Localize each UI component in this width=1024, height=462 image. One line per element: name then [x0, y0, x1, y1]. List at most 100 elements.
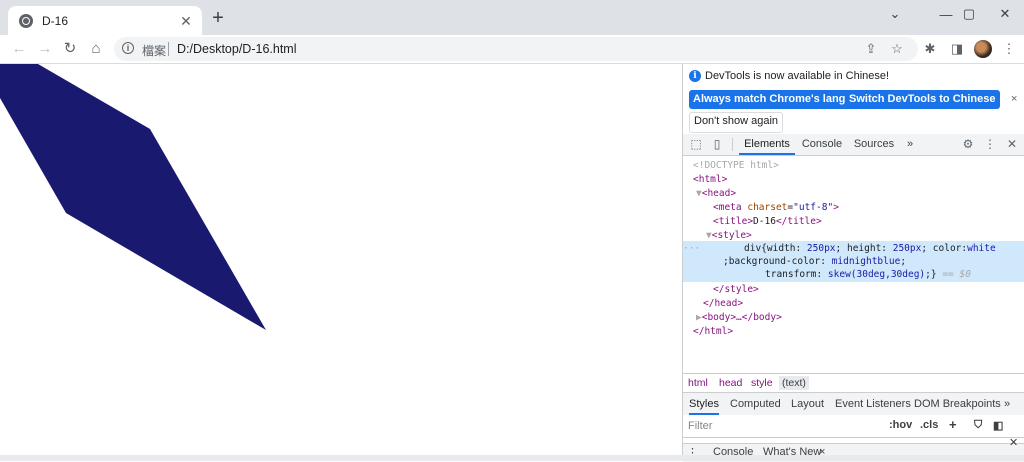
style-text-line-1[interactable]: div{width: 250px; height: 250px; color:w… — [744, 242, 996, 256]
meta-attr-value: "utf-8" — [793, 202, 834, 213]
site-info-icon[interactable]: i — [122, 42, 134, 54]
bookmark-star-icon[interactable]: ☆ — [889, 41, 905, 57]
infobar-close-icon[interactable]: × — [1011, 93, 1017, 105]
browser-toolbar: ← → ↻ ⌂ i 檔案 D:/Desktop/D-16.html ⇪ ☆ ✱ … — [0, 35, 1024, 64]
window-close-icon[interactable]: ✕ — [982, 4, 1024, 24]
breadcrumb-html[interactable]: html — [688, 377, 708, 389]
title-close-tag: </title> — [775, 216, 822, 227]
tab-search-chevron-icon[interactable]: ⌄ — [872, 4, 918, 24]
breadcrumb: html head style (text) — [683, 373, 1024, 392]
page-viewport — [0, 64, 682, 461]
css-rule-close: ;} — [925, 269, 937, 280]
styles-pane-tabs: Styles Computed Layout Event Listeners D… — [683, 392, 1024, 416]
omnibox-divider — [168, 42, 169, 56]
css-transform-prop: transform: — [765, 269, 828, 280]
toggle-sidebar-icon[interactable]: ◧ — [993, 419, 1003, 432]
title-text: D-16 — [753, 216, 776, 227]
styles-filter-bar: :hov .cls + ⛉ ◧ — [683, 415, 1024, 438]
devtools-panel: i DevTools is now available in Chinese! … — [683, 64, 1024, 462]
dom-html-open[interactable]: <html> — [693, 173, 727, 187]
more-tabs-chevron-icon[interactable]: » — [903, 134, 917, 155]
dom-head-close[interactable]: </head> — [703, 297, 743, 311]
hover-state-toggle[interactable]: :hov — [889, 419, 912, 431]
language-infobar: i DevTools is now available in Chinese! … — [683, 64, 1024, 135]
css-width-prop: div{width: — [744, 243, 807, 254]
page-canvas — [0, 64, 266, 330]
css-color-value: white — [967, 243, 996, 254]
tab-computed[interactable]: Computed — [730, 393, 781, 415]
css-color-prop: ; color: — [921, 243, 968, 254]
class-toggle[interactable]: .cls — [920, 419, 938, 431]
switch-to-chinese-button[interactable]: Switch DevTools to Chinese — [845, 90, 1000, 109]
dom-meta-node[interactable]: <meta charset="utf-8"> — [713, 201, 839, 215]
title-open-tag: <title> — [713, 216, 754, 227]
tab-sources[interactable]: Sources — [851, 134, 897, 155]
security-label: 檔案 — [142, 44, 167, 58]
browser-tab[interactable]: D-16 ✕ — [8, 6, 202, 35]
tab-dom-breakpoints[interactable]: DOM Breakpoints — [914, 393, 1001, 415]
node-actions-ellipsis-icon[interactable]: ··· — [683, 242, 700, 256]
element-state-icon[interactable]: ⛉ — [974, 419, 982, 432]
tab-title: D-16 — [42, 13, 69, 28]
settings-gear-icon[interactable]: ⚙ — [961, 137, 975, 151]
devtools-close-icon[interactable]: ✕ — [1005, 137, 1019, 151]
style-text-line-3[interactable]: transform: skew(30deg,30deg);} == $0 — [765, 268, 971, 282]
skewed-div-shape — [0, 64, 266, 330]
tab-close-icon[interactable]: ✕ — [178, 13, 194, 29]
toolbar-divider — [732, 138, 733, 151]
style-text-line-2[interactable]: ;background-color: midnightblue; — [723, 255, 906, 269]
breadcrumb-head[interactable]: head — [719, 377, 742, 389]
dom-body-node[interactable]: ▶<body>…</body> — [696, 311, 782, 325]
tab-elements[interactable]: Elements — [739, 134, 795, 155]
infobar-message: DevTools is now available in Chinese! — [705, 70, 890, 82]
share-icon[interactable]: ⇪ — [863, 41, 879, 57]
styles-more-chevron-icon[interactable]: » — [1004, 393, 1010, 415]
extensions-puzzle-icon[interactable]: ✱ — [922, 41, 938, 57]
drawer-close-icon[interactable]: ✕ — [1009, 436, 1018, 449]
dom-style-node[interactable]: ▼<style> — [706, 229, 752, 243]
home-icon[interactable]: ⌂ — [87, 40, 105, 58]
meta-tag-name: meta — [718, 202, 742, 213]
new-tab-button[interactable]: + — [209, 8, 227, 28]
breadcrumb-style[interactable]: style — [751, 377, 773, 389]
url-text[interactable]: D:/Desktop/D-16.html — [177, 42, 296, 56]
breadcrumb-text[interactable]: (text) — [779, 376, 809, 390]
devtools-main-tabs: ⬚ ▯ Elements Console Sources » ⚙ ⋮ ✕ — [683, 134, 1024, 156]
profile-avatar[interactable] — [974, 40, 992, 58]
devtools-menu-icon[interactable]: ⋮ — [983, 137, 997, 151]
address-bar[interactable]: i 檔案 D:/Desktop/D-16.html ⇪ ☆ — [114, 37, 918, 61]
tab-strip: D-16 ✕ + ⌄ — ▢ ✕ — [0, 0, 1024, 35]
reload-icon[interactable]: ↻ — [61, 40, 79, 58]
device-toolbar-icon[interactable]: ▯ — [710, 137, 724, 151]
meta-attr-name: charset — [747, 202, 788, 213]
tab-console[interactable]: Console — [799, 134, 845, 155]
css-bg-value: midnightblue — [831, 256, 901, 267]
dom-style-close[interactable]: </style> — [713, 283, 759, 297]
side-panel-icon[interactable]: ◨ — [949, 41, 965, 57]
new-style-rule-button[interactable]: + — [949, 417, 957, 432]
body-collapsed-tag: <body>…</body> — [701, 312, 782, 323]
css-width-value: 250px — [806, 243, 836, 254]
info-icon: i — [689, 70, 701, 82]
tab-layout[interactable]: Layout — [791, 393, 824, 415]
dom-title-node[interactable]: <title>D-16</title> — [713, 215, 822, 229]
forward-arrow-icon[interactable]: → — [36, 40, 54, 58]
css-height-prop: ; height: — [835, 243, 893, 254]
chrome-menu-icon[interactable]: ⋮ — [1001, 41, 1017, 57]
css-bg-prop: ;background-color: — [723, 256, 832, 267]
inspect-element-icon[interactable]: ⬚ — [689, 137, 703, 151]
dom-head-open: <head> — [701, 188, 737, 199]
dom-head-node[interactable]: ▼<head> — [696, 187, 736, 201]
tab-styles[interactable]: Styles — [689, 393, 719, 415]
css-transform-value: skew(30deg,30deg) — [827, 269, 926, 280]
dont-show-again-button[interactable]: Don't show again — [689, 112, 784, 133]
back-arrow-icon[interactable]: ← — [10, 40, 28, 58]
dom-html-close[interactable]: </html> — [693, 325, 733, 339]
selected-node-marker: == $0 — [936, 269, 971, 280]
globe-icon — [19, 13, 33, 28]
tab-event-listeners[interactable]: Event Listeners — [835, 393, 911, 415]
os-taskbar — [0, 455, 1024, 461]
styles-filter-input[interactable] — [685, 418, 886, 434]
css-height-value: 250px — [892, 243, 922, 254]
dom-doctype[interactable]: <!DOCTYPE html> — [693, 159, 779, 173]
